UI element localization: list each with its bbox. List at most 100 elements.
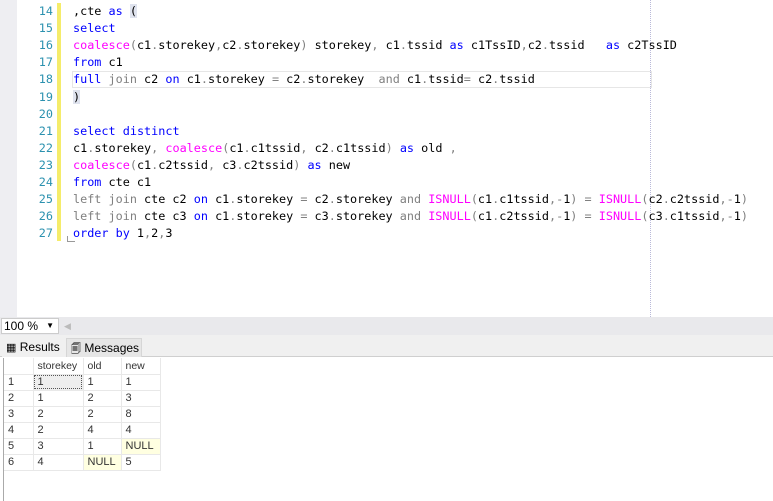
row-number[interactable]: 2 <box>4 390 34 407</box>
identifier-token: c1 <box>477 192 493 207</box>
code-line[interactable]: coalesce(c1.c2tssid, c3.c2tssid) as new <box>73 157 350 174</box>
operator-token: = <box>463 72 471 87</box>
identifier-token: c2 <box>470 72 493 87</box>
line-number: 23 <box>38 157 53 172</box>
keyword-token: distinct <box>122 123 180 138</box>
identifier-token <box>577 209 584 223</box>
cell-new[interactable]: 1 <box>121 374 161 391</box>
cell-old[interactable]: 2 <box>83 406 122 423</box>
row-number[interactable]: 4 <box>4 422 34 439</box>
table-row[interactable]: 6 4 NULL 5 <box>4 454 161 471</box>
row-number[interactable]: 5 <box>4 438 34 455</box>
identifier-token: c3 <box>215 157 237 172</box>
cell-new[interactable]: 3 <box>121 390 161 407</box>
code-line[interactable]: c1.storekey, coalesce(c1.c1tssid, c2.c1t… <box>73 140 457 157</box>
code-line[interactable]: ) <box>73 89 81 106</box>
operator-token: = <box>584 192 592 207</box>
operator-token: . <box>662 209 670 224</box>
row-number[interactable]: 6 <box>4 454 34 471</box>
code-line[interactable]: from cte c1 <box>73 174 151 191</box>
tab-messages[interactable]: 🗐 Messages <box>66 338 142 357</box>
operator-token: = <box>584 209 592 224</box>
operator-token: ( <box>129 38 137 53</box>
table-row[interactable]: 4244 <box>4 422 161 439</box>
identifier-token: c2tssid <box>158 157 208 172</box>
function-name-token: coalesce <box>73 38 130 53</box>
identifier-token: c1 <box>136 38 152 53</box>
cell-storekey[interactable]: 4 <box>33 454 84 471</box>
identifier-token: c1 <box>399 72 422 87</box>
line-number: 22 <box>38 140 53 155</box>
identifier-token: storekey <box>335 192 400 207</box>
line-number: 27 <box>38 226 53 241</box>
table-row[interactable]: 2123 <box>4 390 161 407</box>
identifier-token: storekey <box>94 140 152 155</box>
identifier-token: cte c2 <box>136 192 194 207</box>
operator-token: , <box>449 140 457 155</box>
operator-token: . <box>200 72 209 87</box>
keyword-token: on <box>193 209 208 224</box>
cell-old[interactable]: 1 <box>83 374 122 391</box>
line-number: 14 <box>38 4 53 18</box>
row-number[interactable]: 3 <box>4 406 34 423</box>
code-line[interactable]: left join cte c2 on c1.storekey = c2.sto… <box>73 191 748 208</box>
operator-token: and <box>399 209 422 224</box>
operator-token: join <box>108 72 137 87</box>
column-header[interactable]: storekey <box>33 358 84 375</box>
tab-results[interactable]: ▦ Results <box>2 338 66 357</box>
column-header[interactable]: new <box>121 358 161 375</box>
identifier-token: c2 <box>307 192 329 207</box>
query-editor[interactable]: 14 ,cte as (15 select 16 coalesce(c1.storeke… <box>0 0 773 317</box>
identifier-token: ,cte <box>73 4 109 18</box>
cell-old[interactable]: 1 <box>83 438 122 455</box>
table-row[interactable]: 1111 <box>4 374 161 391</box>
cell-new[interactable]: NULL <box>121 438 161 455</box>
code-line[interactable]: select distinct <box>73 123 180 140</box>
keyword-token: select <box>73 123 116 138</box>
cell-storekey[interactable]: 2 <box>33 422 84 439</box>
row-number[interactable]: 1 <box>4 374 34 391</box>
results-tabs: ▦ Results 🗐 Messages <box>0 335 773 357</box>
operator-token: ) <box>740 209 748 224</box>
zoom-dropdown[interactable]: 100 % ▼ <box>1 318 59 334</box>
cell-storekey[interactable]: 1 <box>33 374 84 391</box>
identifier-token: storekey <box>307 72 379 87</box>
operator-token: ) <box>385 140 393 155</box>
identifier-token: new <box>321 157 351 172</box>
column-header[interactable]: old <box>83 358 122 375</box>
table-row[interactable]: 5 3 1 NULL <box>4 438 161 455</box>
identifier-token: storekey <box>307 38 372 53</box>
identifier-token: c1 <box>207 209 230 224</box>
matched-paren-token: ) <box>73 89 81 104</box>
cell-old[interactable]: 4 <box>83 422 122 439</box>
identifier-token: 1 <box>733 209 741 224</box>
code-line[interactable]: select <box>73 20 116 37</box>
code-line[interactable]: ,cte as ( <box>73 3 137 20</box>
operator-token: ,- <box>719 192 734 207</box>
cell-new[interactable]: 8 <box>121 406 161 423</box>
code-line[interactable]: coalesce(c1.storekey,c2.storekey) storek… <box>73 37 677 54</box>
scroll-left-icon[interactable]: ◀ <box>64 321 71 332</box>
code-line[interactable]: left join cte c3 on c1.storekey = c3.sto… <box>73 208 748 225</box>
identifier-token: storekey <box>236 209 301 224</box>
cell-new[interactable]: 4 <box>121 422 161 439</box>
function-name-token: coalesce <box>73 157 130 172</box>
identifier-token: cte c1 <box>101 175 152 189</box>
line-number: 20 <box>38 106 53 121</box>
cell-old[interactable]: NULL <box>83 454 122 471</box>
cell-old[interactable]: 2 <box>83 390 122 407</box>
cell-storekey[interactable]: 3 <box>33 438 84 455</box>
code-line[interactable]: from c1 <box>73 54 123 71</box>
code-line[interactable]: full join c2 on c1.storekey = c2.storeke… <box>73 71 535 88</box>
identifier-token <box>116 124 123 138</box>
cell-new[interactable]: 5 <box>121 454 161 471</box>
code-line[interactable]: order by 1,2,3 <box>73 225 172 242</box>
operator-token: left join <box>73 192 137 207</box>
cell-storekey[interactable]: 2 <box>33 406 84 423</box>
keyword-token: as <box>605 38 621 53</box>
operator-token: left join <box>73 209 137 224</box>
table-row[interactable]: 3228 <box>4 406 161 423</box>
identifier-token: c1 <box>229 140 244 155</box>
operator-token: ) <box>740 192 748 207</box>
cell-storekey[interactable]: 1 <box>33 390 84 407</box>
